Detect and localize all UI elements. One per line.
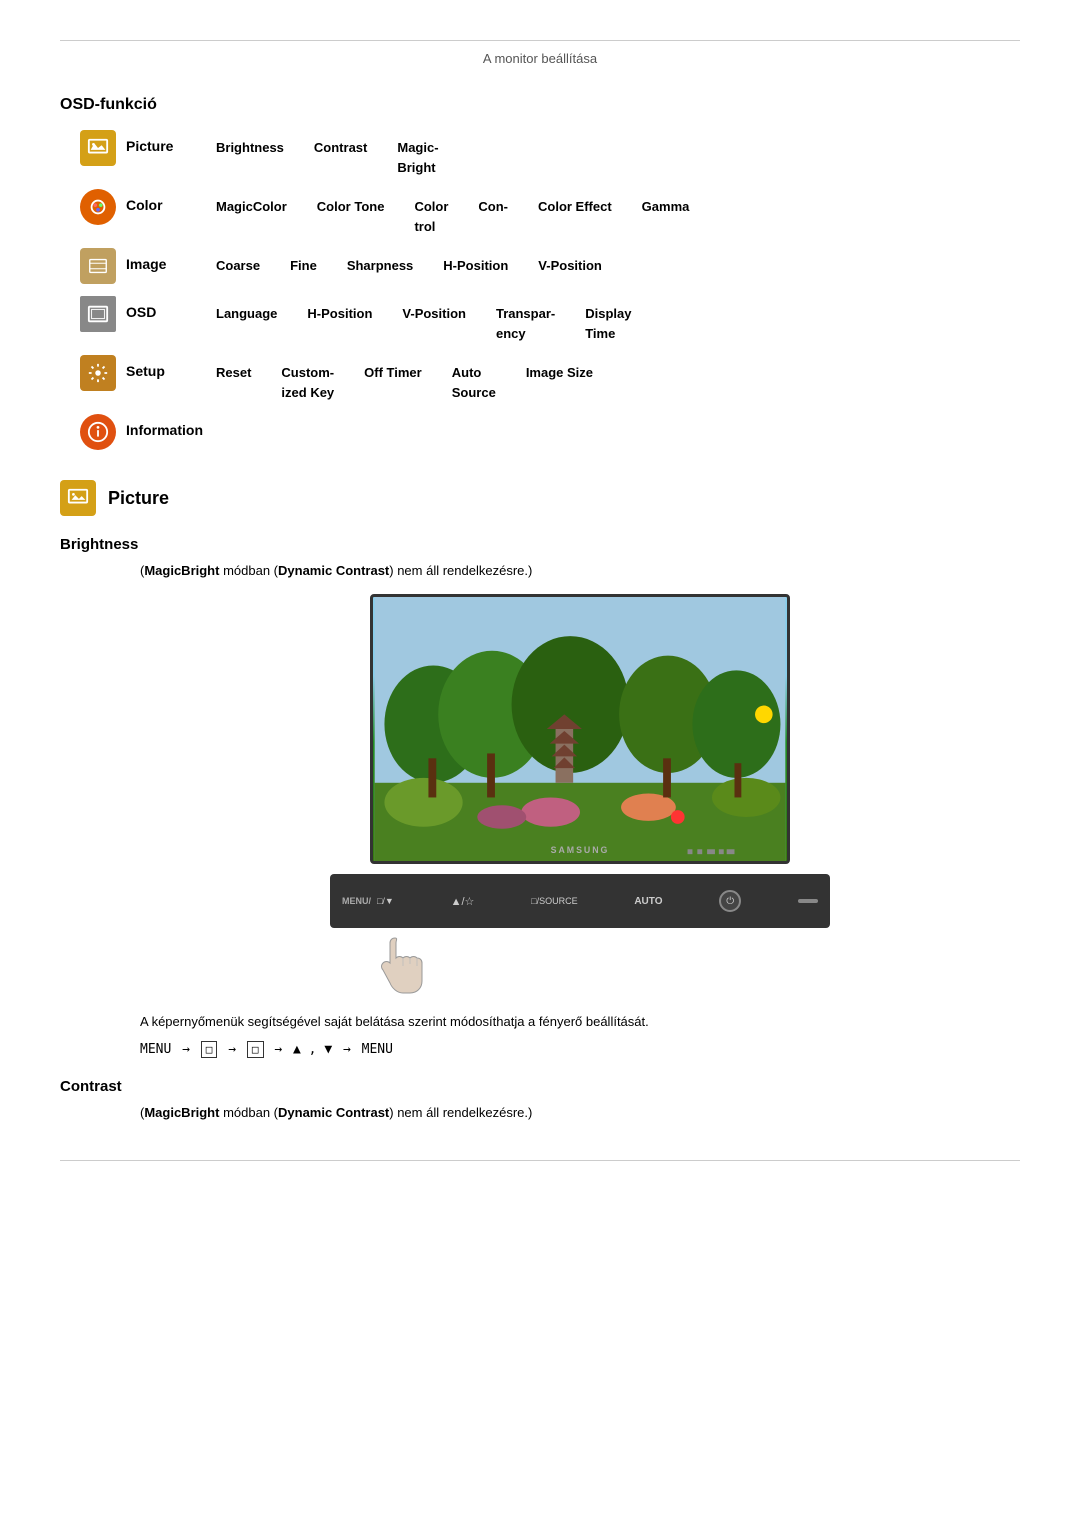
osd-item: Colortrol <box>414 197 448 236</box>
osd-item: Image Size <box>526 363 593 402</box>
header-title: A monitor beállítása <box>483 51 597 66</box>
osd-item: H-Position <box>307 304 372 343</box>
monitor-screen: SAMSUNG <box>370 594 790 864</box>
osd-item: Fine <box>290 256 317 276</box>
monitor-illustration: SAMSUNG MENU/ □/▼ ▲/☆ □/SOURCE <box>140 594 1020 998</box>
pagoda-scene: SAMSUNG <box>373 597 787 861</box>
brightness-desc: A képernyőmenük segítségével saját belát… <box>140 1014 1020 1029</box>
svg-text:SAMSUNG: SAMSUNG <box>551 845 610 855</box>
osd-label: OSD <box>126 296 216 320</box>
info-icon <box>80 414 116 450</box>
color-items: MagicColor Color Tone Colortrol Con- Col… <box>216 189 689 236</box>
osd-item: Brightness <box>216 138 284 177</box>
picture-heading: Picture <box>60 480 1020 516</box>
picture-icon-large <box>60 480 96 516</box>
image-icon <box>80 248 116 284</box>
picture-icon <box>80 130 116 166</box>
minus-button <box>798 899 818 903</box>
osd-item: Custom-ized Key <box>281 363 334 402</box>
color-icon <box>80 189 116 225</box>
ctrl-group-mid: ▲/☆ <box>451 895 475 908</box>
hand-cursor-icon <box>360 928 430 998</box>
osd-item: V-Position <box>538 256 602 276</box>
setup-items: Reset Custom-ized Key Off Timer AutoSour… <box>216 355 593 402</box>
setup-label: Setup <box>126 355 216 379</box>
contrast-magicbright-label: MagicBright <box>144 1105 219 1120</box>
osd-item: MagicColor <box>216 197 287 236</box>
osd-item: Sharpness <box>347 256 413 276</box>
ctrl-group-left: MENU/ □/▼ <box>342 896 394 906</box>
osd-item: Off Timer <box>364 363 422 402</box>
power-button[interactable]: ⏻ <box>719 890 741 912</box>
monitor-controls-bar: MENU/ □/▼ ▲/☆ □/SOURCE AUTO ⏻ <box>330 874 830 928</box>
image-label: Image <box>126 248 216 272</box>
osd-item: Coarse <box>216 256 260 276</box>
contrast-dynamic-label: Dynamic Contrast <box>278 1105 389 1120</box>
source-label: □/SOURCE <box>531 896 577 906</box>
top-rule <box>60 40 1020 41</box>
bottom-rule <box>60 1160 1020 1161</box>
picture-items: Brightness Contrast Magic-Bright <box>216 130 439 177</box>
menu-path: MENU → □ → □ → ▲ , ▼ → MENU <box>140 1041 1020 1058</box>
osd-items: Language H-Position V-Position Transpar-… <box>216 296 631 343</box>
brightness-note: (MagicBright módban (Dynamic Contrast) n… <box>140 563 1020 578</box>
osd-icon <box>80 296 116 332</box>
osd-row-information: Information <box>80 414 1020 450</box>
auto-label: AUTO <box>634 896 662 907</box>
dynamic-contrast-label: Dynamic Contrast <box>278 563 389 578</box>
osd-item: H-Position <box>443 256 508 276</box>
osd-item: Magic-Bright <box>397 138 438 177</box>
page-header: A monitor beállítása <box>60 51 1020 66</box>
osd-item: Con- <box>478 197 508 236</box>
osd-section-title: OSD-funkció <box>60 96 1020 114</box>
osd-row-image: Image Coarse Fine Sharpness H-Position V… <box>80 248 1020 284</box>
osd-item: Color Effect <box>538 197 612 236</box>
osd-item: Reset <box>216 363 251 402</box>
box-icon1: □ <box>201 1041 218 1058</box>
menu-label: MENU/ <box>342 896 371 906</box>
osd-row-setup: Setup Reset Custom-ized Key Off Timer Au… <box>80 355 1020 402</box>
picture-section-title: Picture <box>108 488 169 509</box>
magicbright-label: MagicBright <box>144 563 219 578</box>
hand-cursor-container <box>330 928 830 998</box>
information-text: Information <box>126 422 203 438</box>
information-label: Information <box>126 414 216 438</box>
power-icon: ⏻ <box>726 896 734 907</box>
ctrl-group-source: □/SOURCE <box>531 896 577 906</box>
osd-row-picture: Picture Brightness Contrast Magic-Bright <box>80 130 1020 177</box>
color-label: Color <box>126 189 216 213</box>
image-items: Coarse Fine Sharpness H-Position V-Posit… <box>216 248 602 276</box>
osd-item: Color Tone <box>317 197 385 236</box>
box-icon2: □ <box>247 1041 264 1058</box>
osd-item: AutoSource <box>452 363 496 402</box>
setup-icon <box>80 355 116 391</box>
osd-item: Language <box>216 304 277 343</box>
osd-row-color: Color MagicColor Color Tone Colortrol Co… <box>80 189 1020 236</box>
osd-item: DisplayTime <box>585 304 631 343</box>
contrast-title: Contrast <box>60 1078 1020 1095</box>
enter-label: □/▼ <box>377 896 394 906</box>
osd-item: Contrast <box>314 138 367 177</box>
picture-label: Picture <box>126 130 216 154</box>
brightness-title: Brightness <box>60 536 1020 553</box>
arrow-label: ▲/☆ <box>451 895 475 908</box>
ctrl-group-auto: AUTO <box>634 896 662 907</box>
osd-item: Transpar-ency <box>496 304 555 343</box>
osd-row-osd: OSD Language H-Position V-Position Trans… <box>80 296 1020 343</box>
osd-item: V-Position <box>402 304 466 343</box>
osd-item: Gamma <box>642 197 690 236</box>
osd-table: Picture Brightness Contrast Magic-Bright… <box>80 130 1020 450</box>
contrast-note: (MagicBright módban (Dynamic Contrast) n… <box>140 1105 1020 1120</box>
